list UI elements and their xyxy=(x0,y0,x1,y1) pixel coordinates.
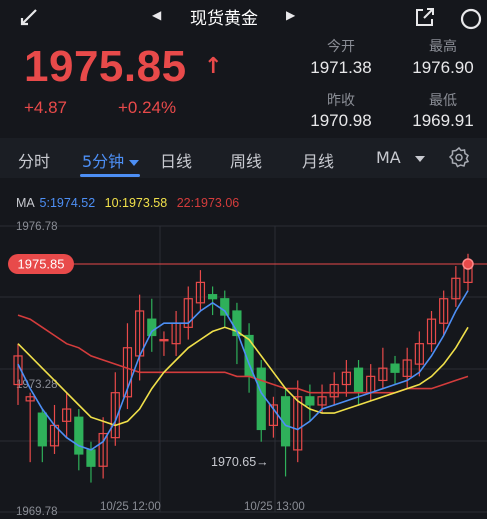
stat-open-value: 1971.38 xyxy=(310,58,372,77)
tab-active-indicator xyxy=(80,174,140,177)
candle-body xyxy=(220,298,230,316)
candlestick-chart[interactable]: 1976.781973.281969.781975.851970.65→10/2… xyxy=(0,180,487,519)
price-change-percent: +0.24% xyxy=(118,98,177,117)
candle-body xyxy=(305,396,315,406)
candle-body xyxy=(207,294,218,300)
x-axis-label: 10/25 13:00 xyxy=(244,501,305,513)
candle-body xyxy=(390,363,400,373)
tab-monthly[interactable]: 月线 xyxy=(302,148,334,172)
tab-5min[interactable]: 5分钟 xyxy=(82,148,140,172)
candle-body xyxy=(74,416,84,455)
top-bar: ◀ 现货黄金 ▶ xyxy=(0,0,487,34)
fullscreen-icon[interactable] xyxy=(414,6,436,28)
stat-prevclose-value: 1970.98 xyxy=(310,111,372,130)
indicator-label: MA xyxy=(376,148,401,167)
page-title: 现货黄金 xyxy=(190,9,258,29)
tab-daily[interactable]: 日线 xyxy=(160,148,192,172)
stat-open-label: 今开 xyxy=(327,39,355,55)
tab-timeshare[interactable]: 分时 xyxy=(18,148,50,172)
timeframe-tabs: 分时 5分钟 日线 周线 月线 MA xyxy=(0,138,487,178)
price-current: 1975.85 xyxy=(24,42,187,91)
next-instrument-button[interactable]: ▶ xyxy=(286,8,295,22)
stat-low-label: 最低 xyxy=(429,93,457,109)
low-annotation: 1970.65→ xyxy=(211,455,269,469)
last-price-label: 1975.85 xyxy=(18,256,65,271)
price-change: +4.87 xyxy=(24,98,68,117)
last-price-dot xyxy=(462,258,474,270)
previous-instrument-button[interactable]: ◀ xyxy=(152,8,161,22)
stat-low-value: 1969.91 xyxy=(412,111,474,130)
chevron-down-icon xyxy=(414,155,425,162)
up-arrow-icon: ↑ xyxy=(204,54,223,79)
stat-high-label: 最高 xyxy=(429,39,457,55)
chevron-down-icon xyxy=(129,159,140,166)
indicator-dropdown[interactable]: MA xyxy=(376,148,425,167)
candle-body xyxy=(353,367,364,394)
back-icon[interactable] xyxy=(18,6,40,28)
ma5-line xyxy=(17,290,469,451)
candle-body xyxy=(159,338,169,342)
stat-prevclose-label: 昨收 xyxy=(327,93,355,109)
candle-body xyxy=(256,367,266,431)
search-icon[interactable] xyxy=(458,6,484,32)
gear-icon[interactable] xyxy=(448,146,470,168)
ma22-line xyxy=(17,314,469,394)
tab-weekly[interactable]: 周线 xyxy=(230,148,262,172)
y-axis-label: 1969.78 xyxy=(16,506,58,518)
tab-5min-label: 5分钟 xyxy=(82,152,125,171)
candle-body xyxy=(86,449,96,467)
stat-high-value: 1976.90 xyxy=(412,58,474,77)
x-axis-label: 10/25 12:00 xyxy=(100,501,161,513)
y-axis-label: 1976.78 xyxy=(16,221,58,233)
candle-body xyxy=(37,412,47,447)
